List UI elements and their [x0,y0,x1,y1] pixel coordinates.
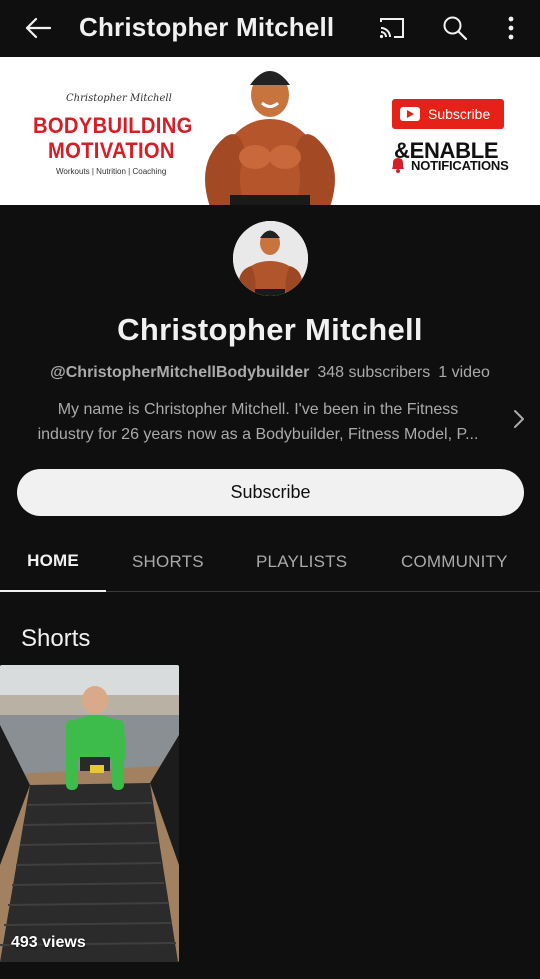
description-line-1: My name is Christopher Mitchell. I've be… [57,401,459,418]
cast-icon [379,18,404,39]
channel-banner: Christopher Mitchell BODYBUILDING MOTIVA… [0,57,540,205]
description-line-2: industry for 26 years now as a Bodybuild… [37,426,479,443]
tab-shorts[interactable]: SHORTS [132,532,204,592]
channel-name: Christopher Mitchell [117,312,423,347]
more-options-button[interactable] [493,10,529,46]
channel-avatar[interactable] [233,221,308,296]
chevron-right-icon[interactable] [509,407,529,431]
shorts-section-title: Shorts [21,625,91,652]
cast-button[interactable] [374,10,410,46]
youtube-play-icon [400,107,420,121]
channel-description[interactable]: My name is Christopher Mitchell. I've be… [18,397,498,447]
subscriber-count: 348 subscribers [317,364,431,381]
banner-tagline: Workouts | Nutrition | Coaching [56,167,167,176]
avatar-image [233,221,308,296]
tab-community[interactable]: COMMUNITY [401,532,508,592]
search-button[interactable] [437,10,473,46]
bell-icon [392,158,404,173]
channel-handle: @ChristopherMitchellBodybuilder [50,364,310,381]
banner-title-line2: MOTIVATION [48,138,175,163]
channel-meta: @ChristopherMitchellBodybuilder 348 subsc… [0,364,540,382]
banner-bodybuilder-image [205,71,335,205]
top-app-bar: Christopher Mitchell [0,0,540,56]
search-icon [443,16,468,41]
subscribe-button[interactable]: Subscribe [17,469,524,516]
arrow-left-icon [25,17,51,39]
back-button[interactable] [20,10,56,46]
banner-title-line1: BODYBUILDING [33,113,193,138]
short-view-count: 493 views [11,934,86,951]
short-thumbnail[interactable]: 493 views [0,665,179,962]
short-thumbnail-image [0,665,179,962]
banner-signature: Christopher Mitchell [66,93,172,104]
banner-subscribe-graphic: Subscribe [392,99,504,129]
video-count: 1 video [438,364,490,381]
more-vertical-icon [508,16,514,40]
topbar-title: Christopher Mitchell [79,12,335,42]
tab-playlists[interactable]: PLAYLISTS [256,532,347,592]
channel-tabs: HOME SHORTS PLAYLISTS COMMUNITY [0,532,540,592]
channel-page: Christopher Mitchell Christopher Mitchel… [0,0,540,979]
tab-home[interactable]: HOME [0,532,106,592]
banner-subscribe-label: Subscribe [428,106,491,122]
banner-notifications-text: NOTIFICATIONS [411,158,509,173]
